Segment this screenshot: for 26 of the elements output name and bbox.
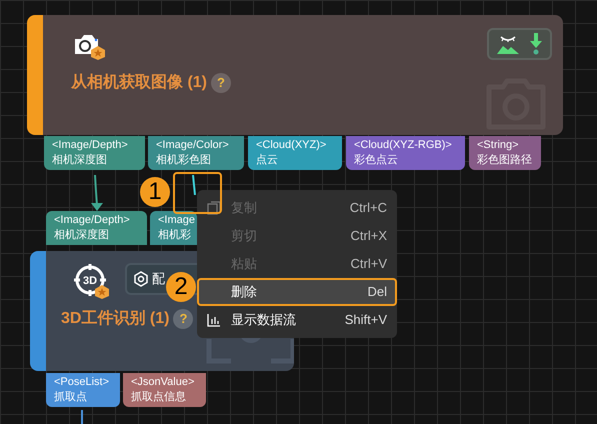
chart-icon	[207, 313, 221, 327]
port-label[interactable]: <Cloud(XYZ-RGB)> 彩色点云	[346, 136, 465, 170]
port-label[interactable]: <Cloud(XYZ)> 点云	[248, 136, 342, 170]
port-label[interactable]: <JsonValue> 抓取点信息	[123, 373, 206, 407]
connector-arrow	[88, 175, 106, 212]
port-label[interactable]: <Image 相机彩	[150, 211, 197, 245]
help-button[interactable]: ?	[211, 73, 232, 93]
port-label[interactable]: <Image/Color> 相机彩色图	[148, 136, 244, 170]
node-card[interactable]: 从相机获取图像 (1) ?	[27, 15, 563, 135]
camera-icon	[73, 32, 107, 60]
download-icon	[530, 33, 542, 55]
step-badge: 1	[140, 177, 170, 207]
connector-line	[80, 410, 84, 424]
port-label[interactable]: <Image/Depth> 相机深度图	[46, 211, 147, 245]
port-label[interactable]: <String> 彩色图路径	[469, 136, 541, 170]
port-label[interactable]: <PoseList> 抓取点	[46, 373, 120, 407]
copy-icon	[207, 201, 221, 215]
menu-item[interactable]: 删除 Del	[197, 278, 397, 306]
highlight-frame	[173, 172, 222, 214]
gear-icon	[133, 271, 149, 287]
port-label[interactable]: <Image/Depth> 相机深度图	[44, 136, 145, 170]
visibility-button[interactable]	[487, 28, 552, 60]
help-button[interactable]: ?	[173, 309, 194, 329]
node-title: 从相机获取图像 (1)	[71, 72, 208, 93]
connector-line	[192, 175, 197, 195]
node-title: 3D工件识别 (1)	[61, 308, 170, 329]
